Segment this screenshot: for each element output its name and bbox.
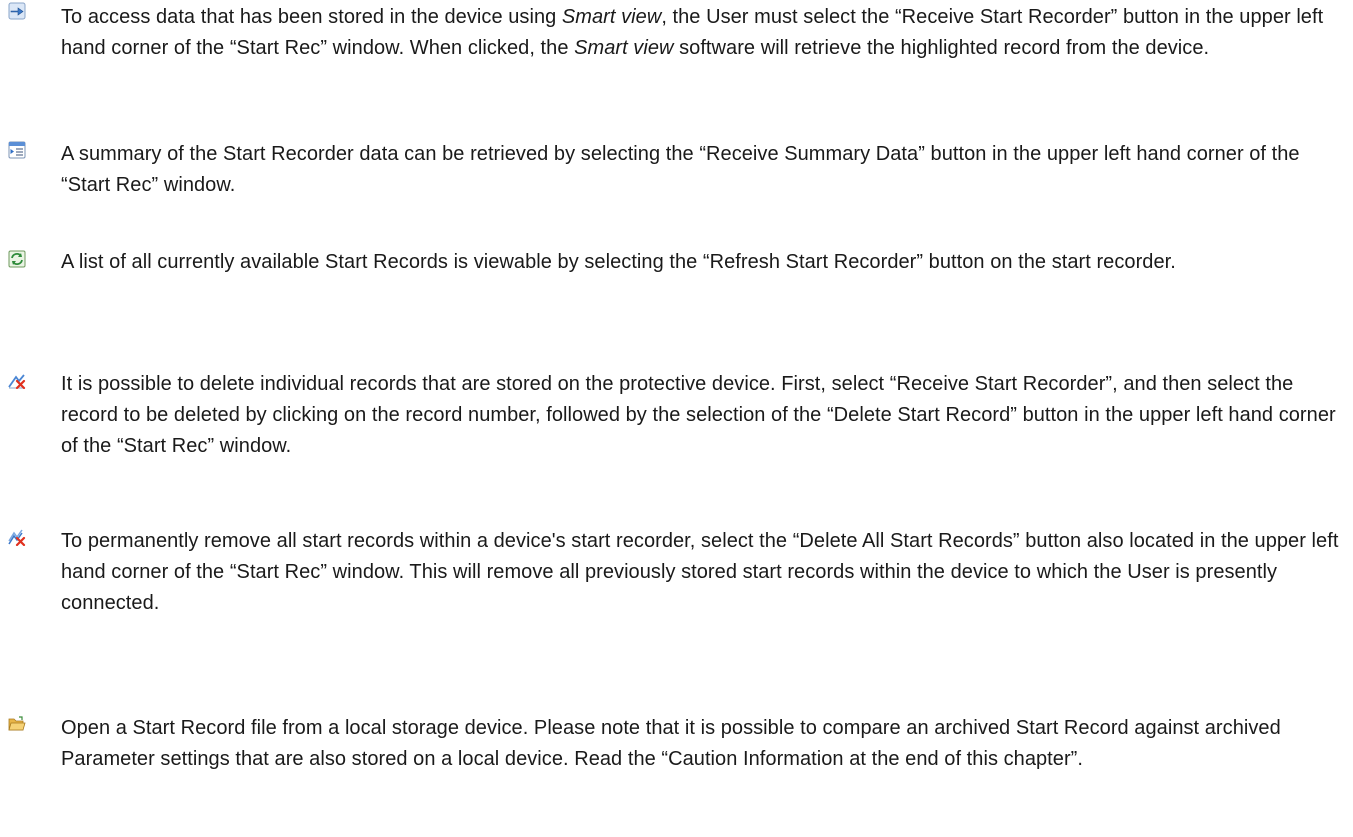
receive-start-recorder-icon[interactable] [8,2,26,20]
receive-summary-data-icon[interactable] [8,141,26,159]
paragraph: A summary of the Start Recorder data can… [61,143,1300,196]
paragraph: Open a Start Record file from a local st… [61,717,1281,770]
paragraph: A list of all currently available Start … [61,251,1176,273]
product-name: Smart view [574,37,674,59]
product-name: Smart view [561,6,662,28]
text-segment: To access data that has been stored in t… [61,6,562,28]
delete-all-start-records-icon[interactable] [8,528,26,546]
text-segment: software will retrieve the highlighted r… [673,37,1210,59]
paragraph: To access data that has been stored in t… [61,2,1346,64]
paragraph: It is possible to delete individual reco… [61,373,1336,457]
paragraph: To permanently remove all start records … [61,530,1339,614]
open-folder-icon[interactable] [8,715,26,733]
delete-start-record-icon[interactable] [8,371,26,389]
refresh-start-recorder-icon[interactable] [8,250,26,268]
